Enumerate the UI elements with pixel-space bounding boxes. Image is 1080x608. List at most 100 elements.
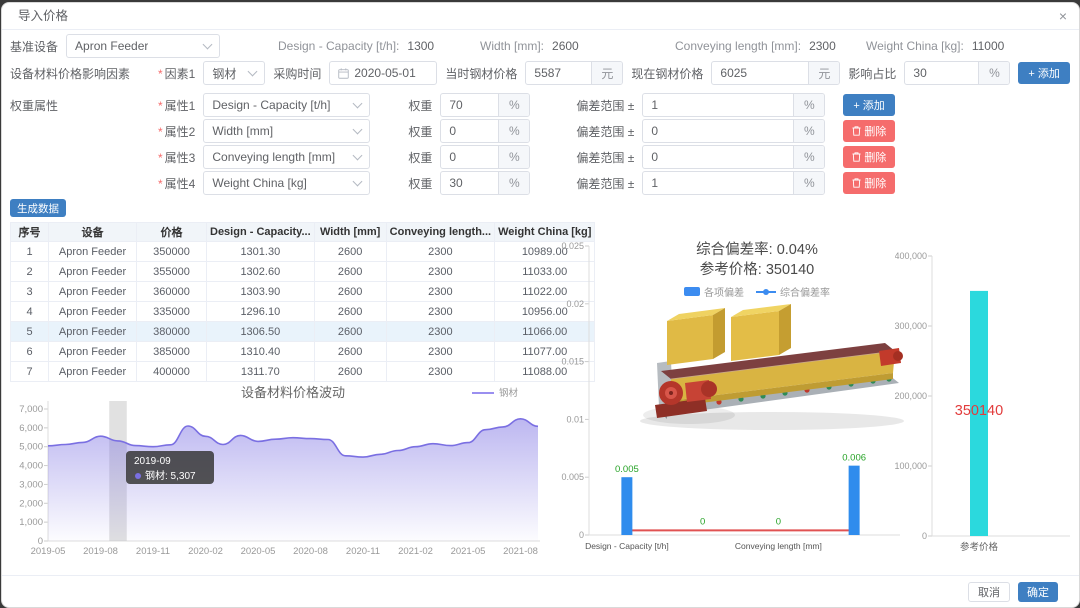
range2-value[interactable] [643, 124, 794, 138]
calendar-icon [338, 67, 350, 79]
table-cell: 1303.90 [206, 281, 315, 302]
range1-input[interactable]: % [642, 93, 826, 117]
spec-width-label: Width [mm]: [480, 39, 545, 53]
factor1-select[interactable]: 钢材 [203, 61, 266, 85]
factor1-value: 钢材 [212, 66, 237, 81]
dialog-header: 导入价格 × [2, 3, 1079, 30]
table-header-cell[interactable]: Design - Capacity... [206, 222, 315, 242]
table-cell: 2600 [313, 321, 387, 342]
table-row[interactable]: 4 Apron Feeder 335000 1296.10 2600 2300 10956.… [10, 301, 596, 322]
weight-delete-button[interactable]: 删除 [843, 146, 896, 168]
attr4-select[interactable]: Weight China [kg] [203, 171, 371, 195]
purchase-date-input[interactable] [329, 61, 438, 85]
impact-ratio-value[interactable] [905, 66, 979, 80]
range3-value[interactable] [643, 150, 794, 164]
table-header-row: 序号 设备 价格 Design - Capacity... Width [mm] Conv… [10, 222, 596, 242]
svg-text:2021-05: 2021-05 [451, 546, 486, 557]
close-icon[interactable]: × [1059, 3, 1067, 29]
purchase-time-label: 采购时间 [273, 66, 322, 81]
table-row[interactable]: 5 Apron Feeder 380000 1306.50 2600 2300 11066.… [10, 321, 596, 342]
percent-suffix: % [793, 120, 825, 142]
table-row[interactable]: 2 Apron Feeder 355000 1302.60 2600 2300 11033.… [10, 261, 596, 282]
range3-input[interactable]: % [642, 145, 826, 169]
svg-text:0.01: 0.01 [566, 414, 584, 424]
percent-suffix: % [793, 172, 825, 194]
table-row[interactable]: 3 Apron Feeder 360000 1303.90 2600 2300 11022.… [10, 281, 596, 302]
weight-row-1: 权重属性 *属性1 Design - Capacity [t/h] 权重 % 偏… [10, 93, 895, 117]
chevron-down-icon [202, 39, 213, 50]
required-asterisk: * [158, 98, 163, 113]
table-header-cell[interactable]: 序号 [10, 222, 49, 242]
price-then-input[interactable]: 元 [525, 61, 624, 85]
percent-suffix: % [498, 146, 530, 168]
weight-delete-button[interactable]: 删除 [843, 172, 896, 194]
cancel-button[interactable]: 取消 [968, 581, 1010, 602]
table-cell: 1 [10, 241, 49, 262]
impact-ratio-input[interactable]: % [904, 61, 1011, 85]
purchase-date-value[interactable] [349, 66, 437, 80]
price-now-value[interactable] [712, 66, 809, 80]
table-row[interactable]: 1 Apron Feeder 350000 1301.30 2600 2300 10989.… [10, 241, 596, 262]
weight-add-button[interactable]: + 添加 [843, 94, 895, 116]
weight1-input[interactable]: % [440, 93, 531, 117]
table-header-cell[interactable]: Width [mm] [313, 222, 387, 242]
factor-row: 设备材料价格影响因素 *因素1 钢材 采购时间 当时钢材价格 元 现在钢材价格 … [10, 61, 1070, 85]
material-price-line-chart[interactable]: 设备材料价格波动 钢材01,0002,0003,0004,0005,0006,00… [10, 383, 550, 561]
chevron-down-icon [352, 150, 363, 161]
attr2-select[interactable]: Width [mm] [203, 119, 371, 143]
table-cell: Apron Feeder [48, 301, 137, 322]
trash-icon [852, 152, 861, 162]
table-cell: 2300 [385, 341, 496, 362]
factor-add-button[interactable]: + 添加 [1018, 62, 1070, 84]
svg-text:Conveying length [mm]: Conveying length [mm] [735, 541, 822, 551]
range4-input[interactable]: % [642, 171, 826, 195]
reference-price-bar-chart[interactable]: 0 100,000 200,000 300,000 400,000 350140 参考价格 [895, 243, 1080, 558]
trash-icon [852, 178, 861, 188]
svg-text:2019-11: 2019-11 [136, 546, 170, 557]
svg-text:1,000: 1,000 [19, 517, 43, 528]
weight-delete-button[interactable]: 删除 [843, 120, 896, 142]
table-header-cell[interactable]: 价格 [136, 222, 207, 242]
baseline-label: 基准设备 [10, 39, 59, 54]
svg-text:0: 0 [579, 530, 584, 540]
spec-weight-label: Weight China [kg]: [866, 39, 964, 53]
weight3-input[interactable]: % [440, 145, 531, 169]
baseline-equipment-select[interactable]: Apron Feeder [66, 34, 221, 58]
range-label: 偏差范围 ± [576, 150, 635, 165]
range2-input[interactable]: % [642, 119, 826, 143]
table-row[interactable]: 6 Apron Feeder 385000 1310.40 2600 2300 11077.… [10, 341, 596, 362]
table-cell: 2300 [385, 241, 496, 262]
weights-section-label: 权重属性 [10, 98, 59, 113]
table-cell: 1301.30 [206, 241, 315, 262]
confirm-button[interactable]: 确定 [1018, 581, 1058, 602]
range4-value[interactable] [643, 176, 794, 190]
weight4-value[interactable] [441, 176, 499, 190]
weight1-value[interactable] [441, 98, 499, 112]
weight2-input[interactable]: % [440, 119, 531, 143]
svg-text:0.02: 0.02 [566, 299, 584, 309]
table-row[interactable]: 7 Apron Feeder 400000 1311.70 2600 2300 11088.… [10, 361, 596, 382]
price-now-input[interactable]: 元 [711, 61, 841, 85]
attr3-select[interactable]: Conveying length [mm] [203, 145, 371, 169]
attr3-value: Conveying length [mm] [212, 150, 336, 164]
attr2-value: Width [mm] [212, 124, 274, 138]
svg-text:0.005: 0.005 [615, 464, 639, 475]
table-cell: 2600 [313, 341, 387, 362]
price-then-label: 当时钢材价格 [445, 66, 518, 81]
range-label: 偏差范围 ± [576, 176, 635, 191]
table-cell: 2300 [385, 301, 496, 322]
table-header-cell[interactable]: 设备 [48, 222, 137, 242]
table-cell: 2600 [313, 361, 387, 382]
generate-data-button[interactable]: 生成数据 [10, 199, 66, 217]
table-header-cell[interactable]: Conveying length... [385, 222, 496, 242]
table-cell: 1296.10 [206, 301, 315, 322]
svg-text:200,000: 200,000 [895, 391, 927, 401]
price-then-value[interactable] [526, 66, 592, 80]
range1-value[interactable] [643, 98, 794, 112]
weight4-input[interactable]: % [440, 171, 531, 195]
price-now-label: 现在钢材价格 [631, 66, 704, 81]
svg-text:0: 0 [922, 531, 927, 541]
weight3-value[interactable] [441, 150, 499, 164]
attr1-select[interactable]: Design - Capacity [t/h] [203, 93, 371, 117]
weight2-value[interactable] [441, 124, 499, 138]
